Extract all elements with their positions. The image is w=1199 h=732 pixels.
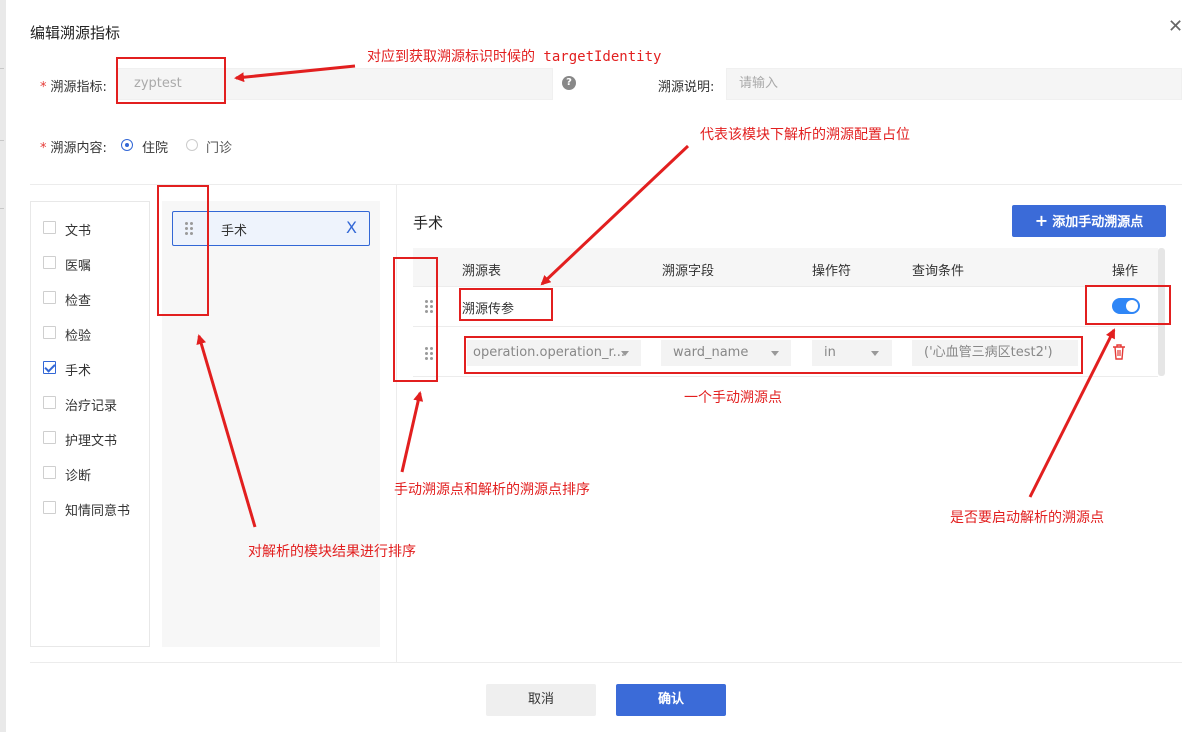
column-header-field: 溯源字段 [662,264,715,279]
checkbox-module-1[interactable] [43,221,56,234]
detail-title: 手术 [413,214,444,232]
arrow-sort-points [400,391,424,473]
checkbox-module-3[interactable] [43,291,56,304]
column-header-action: 操作 [1112,264,1139,279]
module-label[interactable]: 检验 [65,325,91,344]
plus-icon: + [1034,211,1049,230]
table-header [413,248,1158,286]
module-label[interactable]: 文书 [65,220,91,239]
background-page-mark [0,68,4,69]
annotation-sort-points: 手动溯源点和解析的溯源点排序 [394,482,590,498]
add-manual-point-label: 添加手动溯源点 [1052,215,1144,230]
required-mark: * [40,80,47,95]
background-page-edge [0,0,6,732]
indicator-label-group: * 溯源指标: [40,76,107,95]
column-header-table: 溯源表 [462,264,502,279]
checkbox-module-7[interactable] [43,431,56,444]
annotation-box-parsed-row [459,288,553,321]
checkbox-module-9[interactable] [43,501,56,514]
module-label[interactable]: 医嘱 [65,255,91,274]
row-divider [413,326,1158,327]
annotation-box-row-sort [393,257,438,382]
annotation-box-indicator [116,57,226,104]
row-divider [413,286,1158,287]
module-label[interactable]: 知情同意书 [65,500,130,519]
dialog-title: 编辑溯源指标 [30,24,121,42]
divider [30,662,1182,663]
checkbox-module-4[interactable] [43,326,56,339]
confirm-button[interactable]: 确认 [616,684,726,716]
cancel-button[interactable]: 取消 [486,684,596,716]
checkbox-module-5[interactable] [43,361,56,374]
content-label: 溯源内容: [50,141,107,156]
checkbox-module-6[interactable] [43,396,56,409]
module-label[interactable]: 护理文书 [65,430,117,449]
background-page-mark [0,140,4,141]
background-page-mark [0,208,4,209]
radio-outpatient-label[interactable]: 门诊 [206,137,232,156]
module-label[interactable]: 手术 [65,360,91,379]
radio-inpatient[interactable] [121,139,133,151]
trash-icon[interactable] [1112,344,1126,360]
column-header-operator: 操作符 [812,264,852,279]
required-mark: * [40,141,47,156]
radio-inpatient-label[interactable]: 住院 [142,137,168,156]
column-header-condition: 查询条件 [912,264,965,279]
add-manual-point-button[interactable]: + 添加手动溯源点 [1012,205,1166,237]
checkbox-module-8[interactable] [43,466,56,479]
annotation-box-manual-row [464,336,1083,374]
annotation-box-module-sort [157,185,209,316]
annotation-manual-point: 一个手动溯源点 [684,390,782,406]
annotation-box-toggle [1085,285,1171,325]
selected-module-label: 手术 [221,224,248,239]
desc-label: 溯源说明: [658,80,715,95]
radio-outpatient[interactable] [186,139,198,151]
module-label[interactable]: 治疗记录 [65,395,117,414]
annotation-target-identity: 对应到获取溯源标识时候的 targetIdentity [367,49,662,65]
annotation-enable-parsed: 是否要启动解析的溯源点 [950,510,1104,526]
close-icon[interactable]: ✕ [1168,16,1183,37]
indicator-label: 溯源指标: [50,80,107,95]
annotation-module-placeholder: 代表该模块下解析的溯源配置占位 [700,127,910,143]
help-icon[interactable]: ? [562,76,576,90]
desc-input[interactable]: 请输入 [726,68,1182,100]
module-label[interactable]: 检查 [65,290,91,309]
checkbox-module-2[interactable] [43,256,56,269]
module-label[interactable]: 诊断 [65,465,91,484]
content-label-group: * 溯源内容: [40,137,107,156]
annotation-sort-modules: 对解析的模块结果进行排序 [248,544,416,560]
remove-module-icon[interactable]: X [346,218,357,237]
row-divider [413,376,1158,377]
